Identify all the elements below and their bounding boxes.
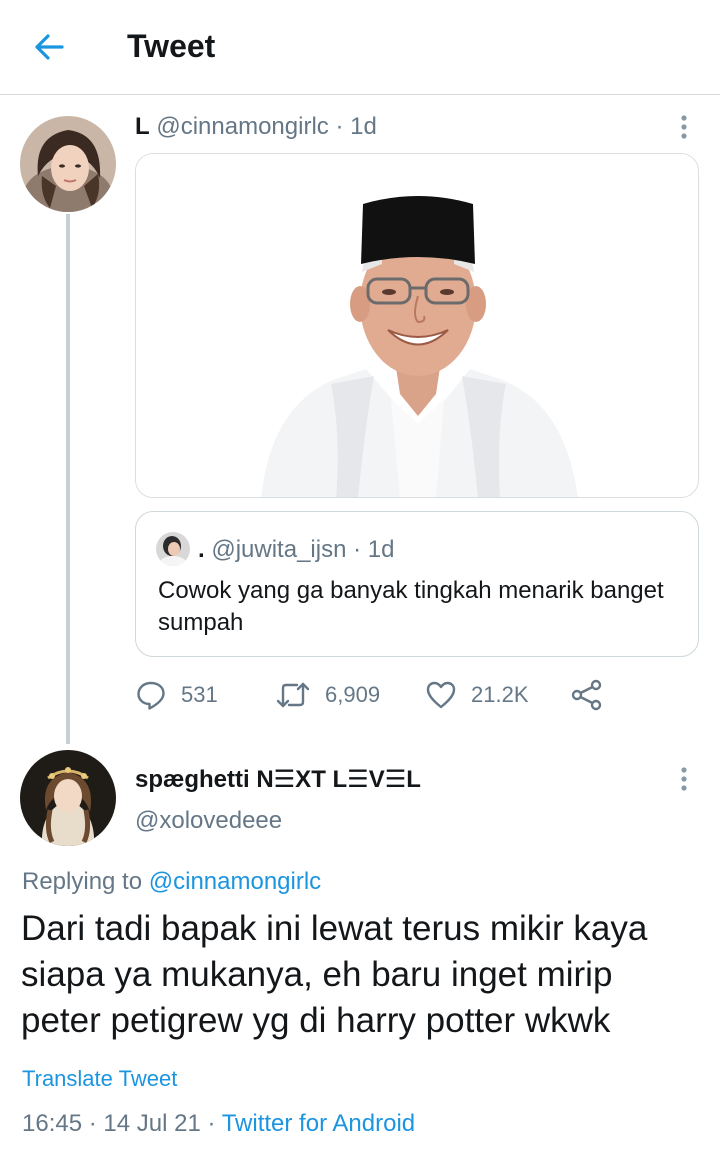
top-bar: Tweet	[0, 0, 720, 95]
more-options-icon[interactable]	[674, 112, 694, 142]
replying-to-link[interactable]: @cinnamongirlc	[149, 868, 321, 895]
share-button[interactable]	[570, 675, 604, 715]
tweet-age: 1d	[350, 113, 377, 140]
timestamp-separator: ·	[82, 1110, 104, 1137]
tweet-date: 14 Jul 21	[103, 1110, 201, 1137]
display-name[interactable]: L	[135, 113, 150, 140]
handle[interactable]: @cinnamongirlc	[156, 113, 328, 140]
replying-to-prefix: Replying to	[22, 868, 149, 895]
quoted-tweet-meta: . @juwita_ijsn · 1d	[198, 536, 394, 564]
tweet-source-link[interactable]: Twitter for Android	[222, 1110, 415, 1137]
display-name[interactable]: spæghetti N☰XT L☰V☰L	[135, 765, 421, 794]
quoted-meta-separator: ·	[346, 536, 368, 563]
meta-separator: ·	[328, 113, 351, 140]
share-icon	[571, 679, 602, 711]
retweet-icon	[276, 682, 310, 708]
page-title: Tweet	[127, 28, 216, 64]
quoted-display-name: .	[198, 536, 205, 563]
avatar-xolovedeee[interactable]	[20, 750, 116, 846]
arrow-left-icon[interactable]	[32, 30, 66, 64]
retweet-button[interactable]: 6,909	[275, 675, 380, 715]
tweet-text: Dari tadi bapak ini lewat terus mikir ka…	[21, 909, 648, 1040]
quoted-tweet-card[interactable]: . @juwita_ijsn · 1d Cowok yang ga banyak…	[135, 511, 699, 657]
quoted-handle: @juwita_ijsn	[211, 536, 347, 563]
translate-tweet-link[interactable]: Translate Tweet	[22, 1066, 177, 1092]
more-options-icon[interactable]	[674, 764, 694, 794]
quoted-tweet-text: Cowok yang ga banyak tingkah menarik ban…	[158, 577, 664, 636]
quoted-tweet-age: 1d	[367, 536, 395, 563]
handle[interactable]: @xolovedeee	[135, 807, 282, 835]
reply-button[interactable]: 531	[135, 675, 218, 715]
thread-connector-line	[66, 214, 70, 744]
timestamp-separator: ·	[200, 1110, 222, 1137]
tweet-timestamp: 16:45 · 14 Jul 21 · Twitter for Android	[22, 1110, 415, 1138]
tweet-actions-bar: 531 6,909 21.2K	[135, 675, 695, 715]
tweet-time: 16:45	[22, 1110, 83, 1137]
reply-icon	[137, 681, 165, 710]
tweet-meta: L @cinnamongirlc · 1d	[135, 113, 377, 141]
heart-icon	[426, 681, 456, 709]
like-button[interactable]: 21.2K	[425, 675, 529, 715]
like-count: 21.2K	[471, 682, 529, 707]
avatar-juwita-ijsn	[156, 532, 190, 566]
tweet-media-photo[interactable]	[135, 153, 699, 498]
reply-count: 531	[181, 682, 218, 707]
replying-to-line: Replying to @cinnamongirlc	[22, 868, 321, 896]
avatar-cinnamongirlc[interactable]	[20, 116, 116, 212]
retweet-count: 6,909	[325, 682, 381, 707]
